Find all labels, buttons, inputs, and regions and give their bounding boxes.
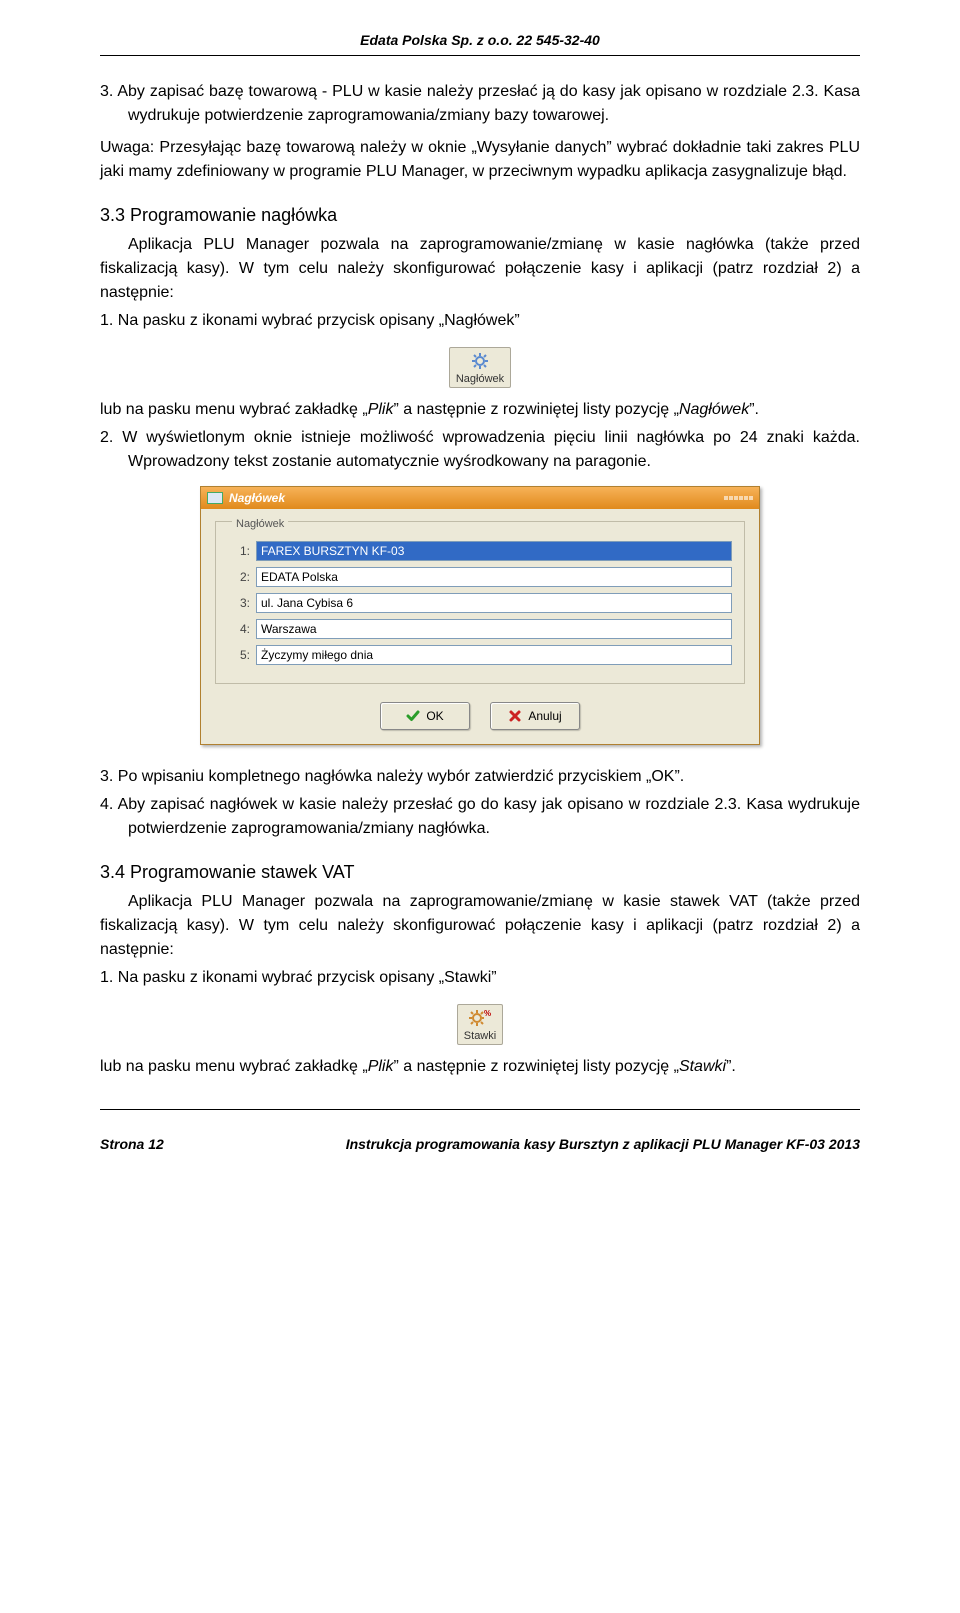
naglowek-toolbar-label: Nagłówek — [456, 373, 504, 385]
app-icon — [207, 492, 223, 504]
header-line-row: 1: — [228, 541, 732, 561]
naglowek-dialog: Nagłówek Nagłówek 1: 2: 3: 4: 5: OK Anuluj — [200, 486, 760, 745]
section-3-4-intro: Aplikacja PLU Manager pozwala na zaprogr… — [100, 890, 860, 962]
header-line-input-1[interactable] — [256, 541, 732, 561]
header-line-input-2[interactable] — [256, 567, 732, 587]
text-fragment: lub na pasku menu wybrać zakładkę „ — [100, 1058, 368, 1075]
header-line-input-4[interactable] — [256, 619, 732, 639]
text-fragment: ”. — [749, 401, 759, 418]
stawki-toolbar-button[interactable]: % Stawki — [457, 1004, 503, 1045]
row-number-label: 5: — [228, 646, 250, 664]
gear-icon — [470, 351, 490, 371]
section-3-3-intro: Aplikacja PLU Manager pozwala na zaprogr… — [100, 233, 860, 305]
stawki-toolbar-label: Stawki — [464, 1030, 496, 1042]
row-number-label: 4: — [228, 620, 250, 638]
text-fragment: ” a następnie z rozwiniętej listy pozycj… — [393, 401, 678, 418]
header-line-row: 5: — [228, 645, 732, 665]
menu-alt-paragraph: lub na pasku menu wybrać zakładkę „Plik”… — [100, 398, 860, 422]
menu-alt-paragraph: lub na pasku menu wybrać zakładkę „Plik”… — [100, 1055, 860, 1079]
row-number-label: 3: — [228, 594, 250, 612]
naglowek-fieldset: Nagłówek 1:2:3:4:5: — [215, 521, 745, 684]
italic-stawki: Stawki — [679, 1058, 726, 1075]
header-line-input-3[interactable] — [256, 593, 732, 613]
row-number-label: 1: — [228, 542, 250, 560]
section-3-4-title: 3.4 Programowanie stawek VAT — [100, 859, 860, 886]
ok-button-label: OK — [426, 707, 443, 725]
doc-title-footer: Instrukcja programowania kasy Bursztyn z… — [346, 1134, 860, 1155]
footer-divider — [100, 1109, 860, 1110]
header-divider — [100, 55, 860, 56]
text-fragment: ” a następnie z rozwiniętej listy pozycj… — [393, 1058, 678, 1075]
header-line-row: 2: — [228, 567, 732, 587]
ok-button[interactable]: OK — [380, 702, 470, 730]
header-line-input-5[interactable] — [256, 645, 732, 665]
header-line-row: 3: — [228, 593, 732, 613]
naglowek-toolbar-button[interactable]: Nagłówek — [449, 347, 511, 388]
fieldset-legend: Nagłówek — [232, 516, 288, 533]
warning-paragraph: Uwaga: Przesyłając bazę towarową należy … — [100, 136, 860, 184]
cancel-button-label: Anuluj — [528, 707, 561, 725]
row-number-label: 2: — [228, 568, 250, 586]
header-line-row: 4: — [228, 619, 732, 639]
list-item: 1. Na pasku z ikonami wybrać przycisk op… — [100, 966, 860, 990]
close-icon — [508, 709, 522, 723]
svg-text:%: % — [484, 1009, 491, 1018]
italic-naglowek: Nagłówek — [679, 401, 749, 418]
list-item: 1. Na pasku z ikonami wybrać przycisk op… — [100, 309, 860, 333]
titlebar-dots-icon — [724, 496, 753, 500]
list-item: 3. Aby zapisać bazę towarową - PLU w kas… — [100, 80, 860, 128]
page-header-company: Edata Polska Sp. z o.o. 22 545-32-40 — [100, 30, 860, 51]
text-fragment: lub na pasku menu wybrać zakładkę „ — [100, 401, 368, 418]
page-number: Strona 12 — [100, 1134, 164, 1155]
list-item: 3. Po wpisaniu kompletnego nagłówka nale… — [100, 765, 860, 789]
check-icon — [406, 709, 420, 723]
section-3-3-title: 3.3 Programowanie nagłówka — [100, 202, 860, 229]
list-item: 2. W wyświetlonym oknie istnieje możliwo… — [100, 426, 860, 474]
text-fragment: ”. — [726, 1058, 736, 1075]
gear-percent-icon: % — [469, 1008, 491, 1028]
cancel-button[interactable]: Anuluj — [490, 702, 580, 730]
italic-plik: Plik — [368, 1058, 394, 1075]
dialog-titlebar: Nagłówek — [201, 487, 759, 509]
list-item: 4. Aby zapisać nagłówek w kasie należy p… — [100, 793, 860, 841]
italic-plik: Plik — [368, 401, 394, 418]
dialog-title: Nagłówek — [229, 489, 285, 507]
